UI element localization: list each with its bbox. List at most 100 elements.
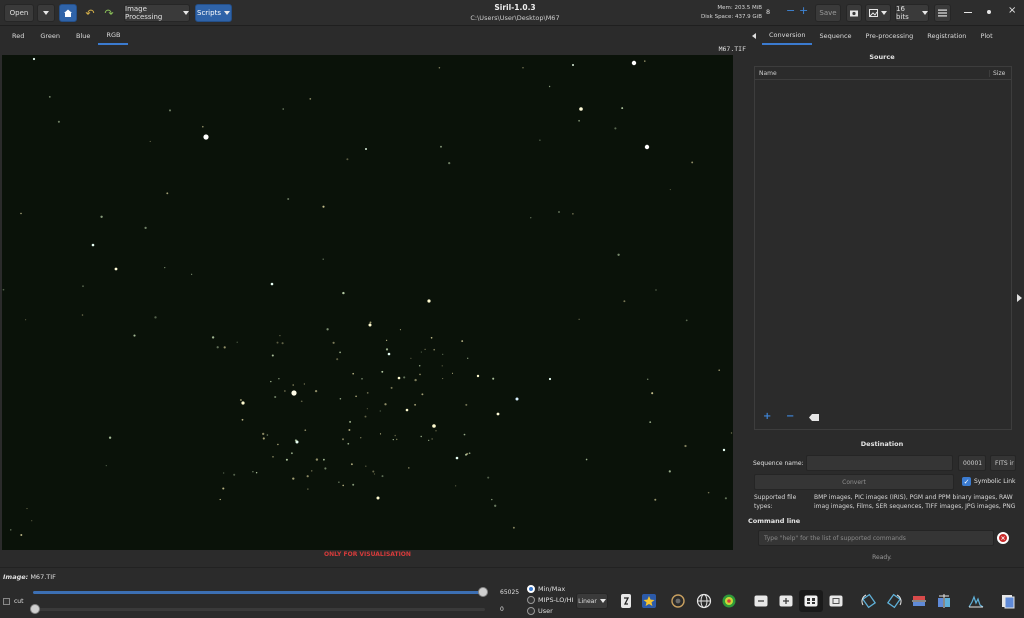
rotate-left-icon[interactable] [860, 592, 878, 610]
clear-list-button[interactable] [809, 413, 819, 424]
radio-icon[interactable] [527, 607, 535, 615]
cut-option[interactable]: cut [3, 598, 23, 605]
faint-star [718, 369, 721, 372]
high-value: 65025 [500, 589, 520, 596]
image-viewer[interactable] [2, 55, 733, 550]
faint-star [730, 432, 733, 434]
undo-button[interactable]: ↶ [82, 4, 98, 22]
high-slider-track[interactable] [33, 591, 485, 594]
faint-star [379, 433, 382, 435]
main-menu-button[interactable] [934, 4, 951, 22]
close-icon[interactable]: × [1008, 5, 1016, 16]
scripts-label: Scripts [197, 9, 221, 17]
radio-icon[interactable] [527, 596, 535, 604]
photometry-icon[interactable] [669, 592, 687, 610]
output-format-select[interactable]: FITS ir [990, 455, 1016, 471]
faint-star [494, 504, 497, 507]
faint-star [441, 365, 443, 367]
threads-value[interactable]: 8 [766, 8, 770, 16]
low-slider-track[interactable] [33, 608, 485, 611]
faint-star [381, 475, 384, 478]
zoom-out-icon[interactable] [752, 592, 770, 610]
start-index-input[interactable]: 00001 [958, 455, 986, 471]
faint-star [669, 189, 671, 191]
home-button[interactable] [59, 4, 77, 22]
image-processing-menu[interactable]: Image Processing [124, 4, 190, 22]
negative-view-icon[interactable] [617, 592, 635, 610]
sequence-name-input[interactable] [806, 455, 953, 471]
mirror-y-icon[interactable] [935, 592, 953, 610]
faint-star [266, 434, 269, 436]
checkbox-checked-icon[interactable]: ✓ [962, 477, 971, 486]
symbolic-link-option[interactable]: ✓ Symbolic Link [962, 477, 1016, 486]
add-files-button[interactable]: + [763, 411, 771, 422]
remove-file-button[interactable]: − [786, 411, 794, 422]
clear-command-icon[interactable]: × [997, 532, 1009, 544]
low-slider-handle[interactable] [30, 604, 40, 614]
faint-star [324, 467, 327, 470]
scale-select[interactable]: Linear [576, 593, 608, 609]
tab-rgb[interactable]: RGB [98, 27, 129, 45]
chevron-right-icon[interactable] [1017, 294, 1022, 302]
faint-star [557, 210, 561, 214]
zoom-fit-icon[interactable] [799, 590, 823, 612]
undo-icon: ↶ [85, 6, 95, 20]
threads-increase-button[interactable]: + [799, 4, 808, 17]
threads-decrease-button[interactable]: − [786, 4, 795, 17]
fits-header-icon[interactable] [999, 592, 1017, 610]
minimize-icon[interactable] [964, 12, 972, 13]
mode-user[interactable]: User [527, 607, 553, 615]
mirror-x-icon[interactable] [910, 592, 928, 610]
tab-green[interactable]: Green [32, 27, 68, 45]
source-file-list[interactable]: Name Size [754, 66, 1012, 430]
snapshot-button[interactable] [846, 4, 862, 22]
target-icon[interactable] [720, 592, 738, 610]
recent-files-button[interactable] [37, 4, 55, 22]
radio-selected-icon[interactable] [527, 585, 535, 593]
faint-star [685, 319, 688, 322]
tab-conversion[interactable]: Conversion [762, 27, 813, 45]
command-input[interactable]: Type "help" for the list of supported co… [758, 530, 994, 546]
zoom-in-icon[interactable] [777, 592, 795, 610]
column-name[interactable]: Name [755, 70, 989, 77]
maximize-icon[interactable] [987, 10, 991, 14]
save-button[interactable]: Save [815, 4, 841, 22]
histogram-icon[interactable] [967, 592, 985, 610]
faint-star [346, 158, 349, 161]
right-panel: Conversion Sequence Pre-processing Regis… [747, 27, 1017, 567]
zoom-original-icon[interactable] [827, 592, 845, 610]
chevron-down-icon [599, 599, 606, 603]
faint-star [373, 473, 376, 475]
scripts-menu[interactable]: Scripts [195, 4, 232, 22]
color-map-icon[interactable] [640, 592, 658, 610]
tab-pre-processing[interactable]: Pre-processing [859, 27, 921, 45]
image-save-menu[interactable] [865, 4, 891, 22]
redo-button[interactable]: ↷ [101, 4, 117, 22]
faint-star [414, 378, 417, 382]
faint-star [684, 444, 687, 448]
faint-star [578, 119, 580, 122]
astrometry-globe-icon[interactable] [695, 592, 713, 610]
faint-star [451, 372, 454, 374]
rotate-right-icon[interactable] [885, 592, 903, 610]
tab-sequence[interactable]: Sequence [812, 27, 858, 45]
faint-star [336, 358, 339, 361]
convert-button[interactable]: Convert [754, 474, 954, 490]
mode-mips[interactable]: MIPS-LO/HI [527, 596, 573, 604]
mode-minmax[interactable]: Min/Max [527, 585, 565, 593]
cut-checkbox[interactable] [3, 598, 10, 605]
tab-red[interactable]: Red [4, 27, 32, 45]
faint-star [360, 437, 362, 439]
bit-depth-menu[interactable]: 16 bits [895, 4, 929, 22]
hamburger-icon [938, 9, 947, 17]
tab-blue[interactable]: Blue [68, 27, 98, 45]
chevron-left-icon[interactable] [752, 33, 756, 39]
column-size[interactable]: Size [989, 69, 1011, 77]
faint-star [347, 442, 350, 445]
high-slider-handle[interactable] [478, 587, 488, 597]
faint-star [392, 438, 394, 441]
camera-icon [850, 10, 858, 17]
tab-registration[interactable]: Registration [920, 27, 973, 45]
tab-plot[interactable]: Plot [973, 27, 999, 45]
open-button[interactable]: Open [4, 4, 34, 22]
